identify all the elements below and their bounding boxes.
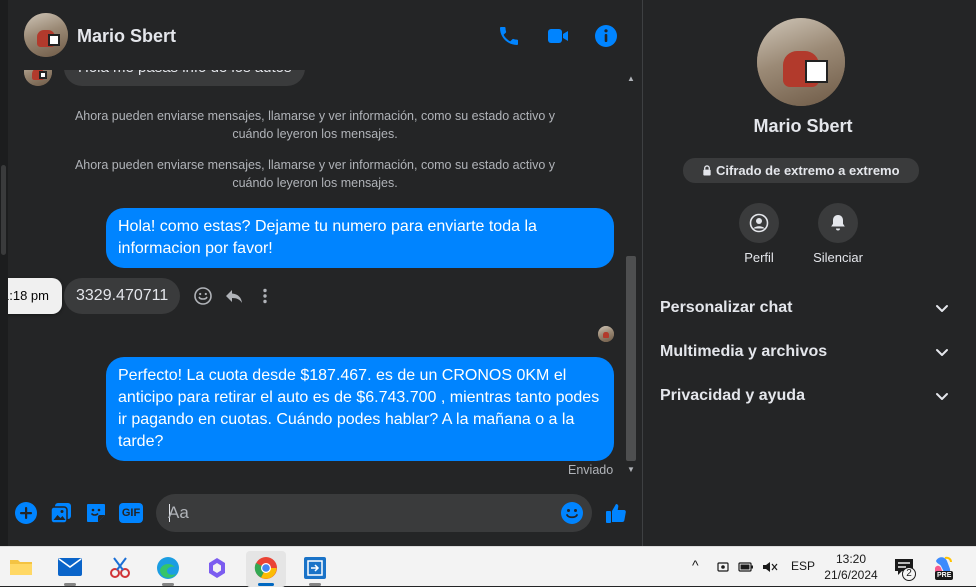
mail-icon xyxy=(58,558,82,576)
message-input-box[interactable] xyxy=(156,494,592,532)
clock-time: 13:20 xyxy=(835,552,867,566)
scroll-down-arrow-icon[interactable]: ▼ xyxy=(627,465,635,474)
left-edge-panel xyxy=(0,0,8,546)
windows-taskbar: ^ ESP 13:20 21/6/2024 2 PRE xyxy=(0,546,976,587)
system-clock[interactable]: 13:20 21/6/2024 xyxy=(820,551,882,583)
message-input[interactable] xyxy=(168,494,548,532)
video-call-icon[interactable] xyxy=(546,24,570,48)
contact-name[interactable]: Mario Sbert xyxy=(77,26,176,47)
left-scrollbar-thumb[interactable] xyxy=(1,165,6,255)
snipping-tool-app[interactable] xyxy=(100,551,140,587)
mute-action-label: Silenciar xyxy=(813,250,863,265)
more-options-icon[interactable] xyxy=(255,286,275,306)
scroll-up-arrow-icon[interactable]: ▲ xyxy=(627,74,635,83)
section-customize-chat[interactable]: Personalizar chat xyxy=(660,294,950,322)
info-icon[interactable] xyxy=(594,24,618,48)
gif-label: GIF xyxy=(119,503,143,523)
contact-message-avatar xyxy=(24,70,52,86)
phone-icon[interactable] xyxy=(497,24,521,48)
plus-icon[interactable] xyxy=(14,501,38,525)
incoming-message-partial[interactable]: Hola me pasas info de los autos xyxy=(64,70,306,86)
chrome-icon xyxy=(254,557,277,579)
thumbs-up-icon[interactable] xyxy=(604,501,628,525)
volume-muted-icon[interactable] xyxy=(762,560,778,574)
edge-icon xyxy=(157,557,179,579)
message-composer: GIF xyxy=(8,480,642,546)
chevron-down-icon xyxy=(936,305,948,312)
system-notice: Ahora pueden enviarse mensajes, llamarse… xyxy=(74,158,556,190)
edge-app[interactable] xyxy=(148,551,188,587)
section-label: Privacidad y ayuda xyxy=(660,387,805,404)
encryption-label: Cifrado de extremo a extremo xyxy=(716,163,900,178)
timestamp-tooltip: 1:18 pm xyxy=(8,278,62,314)
incoming-message[interactable]: 3329.470711 xyxy=(64,278,181,314)
chevron-down-icon xyxy=(936,393,948,400)
meet-now-icon[interactable] xyxy=(716,560,730,574)
section-label: Personalizar chat xyxy=(660,299,793,316)
profile-action-label: Perfil xyxy=(744,250,774,265)
section-privacy-help[interactable]: Privacidad y ayuda xyxy=(660,382,950,410)
profile-action[interactable]: Perfil xyxy=(719,203,799,265)
contact-profile-photo[interactable] xyxy=(757,18,845,106)
seen-indicator-avatar xyxy=(598,326,614,342)
profile-icon xyxy=(749,213,769,233)
scissors-icon xyxy=(110,557,130,578)
show-hidden-icons-chevron-icon[interactable]: ^ xyxy=(692,557,699,573)
system-notice: Ahora pueden enviarse mensajes, llamarse… xyxy=(74,109,556,141)
chat-panel: Mario Sbert Hola me pasas info de los au… xyxy=(8,0,642,546)
section-label: Multimedia y archivos xyxy=(660,343,828,360)
outgoing-message[interactable]: Hola! como estas? Dejame tu numero para … xyxy=(106,208,614,268)
conversation-info-panel: Mario Sbert Cifrado de extremo a extremo… xyxy=(643,0,976,546)
clock-date: 21/6/2024 xyxy=(824,568,878,582)
sidebar-contact-name: Mario Sbert xyxy=(753,116,853,136)
input-language[interactable]: ESP xyxy=(791,559,815,573)
section-media-files[interactable]: Multimedia y archivos xyxy=(660,338,950,366)
contact-avatar[interactable] xyxy=(24,13,68,57)
mute-action[interactable]: Silenciar xyxy=(798,203,878,265)
emoji-icon[interactable] xyxy=(560,501,584,525)
gif-icon[interactable]: GIF xyxy=(118,501,144,525)
copilot-app[interactable] xyxy=(197,551,237,587)
chrome-app[interactable] xyxy=(246,551,286,587)
lock-icon xyxy=(703,165,712,176)
message-list[interactable]: Hola me pasas info de los autos Ahora pu… xyxy=(8,70,642,480)
mail-app[interactable] xyxy=(50,551,90,587)
sticker-icon[interactable] xyxy=(84,501,108,525)
reply-icon[interactable] xyxy=(224,286,244,306)
chat-header: Mario Sbert xyxy=(8,0,642,70)
encryption-badge[interactable]: Cifrado de extremo a extremo xyxy=(683,158,919,183)
battery-icon[interactable] xyxy=(738,560,754,574)
chevron-down-icon xyxy=(936,349,948,356)
messenger-window: Mario Sbert Hola me pasas info de los au… xyxy=(0,0,976,546)
react-emoji-icon[interactable] xyxy=(193,286,213,306)
folder-icon xyxy=(10,560,32,575)
bell-icon xyxy=(831,215,845,231)
outgoing-message[interactable]: Perfecto! La cuota desde $187.467. es de… xyxy=(106,357,614,461)
remote-desktop-icon xyxy=(304,557,326,579)
image-icon[interactable] xyxy=(49,501,73,525)
scrollbar-thumb[interactable] xyxy=(626,256,636,461)
notification-count-badge: 2 xyxy=(902,567,916,581)
file-explorer-app[interactable] xyxy=(0,551,40,587)
message-scrollbar[interactable]: ▲ ▼ xyxy=(624,70,638,480)
pre-badge: PRE xyxy=(935,571,954,580)
copilot-icon xyxy=(209,558,225,578)
remote-desktop-app[interactable] xyxy=(295,551,335,587)
message-status: Enviado xyxy=(568,463,614,477)
